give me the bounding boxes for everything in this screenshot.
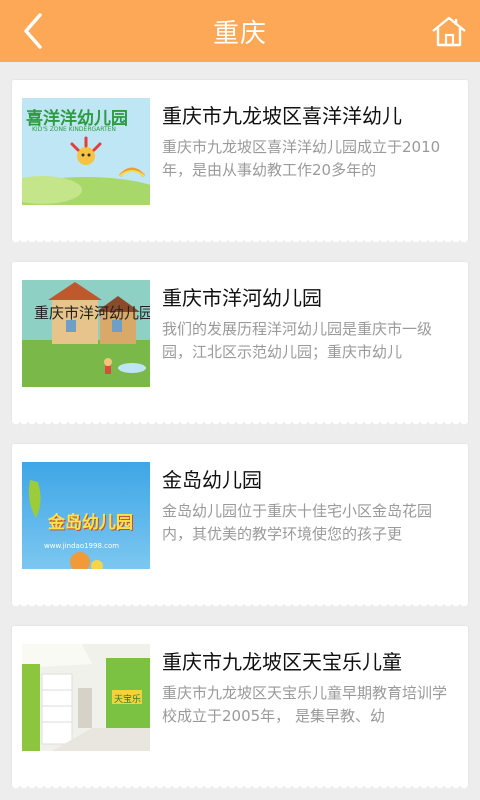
kindergarten-list: 喜洋洋幼儿园 KID'S ZONE KINDERGARTEN 重庆市九龙坡区喜洋… — [0, 62, 480, 800]
chevron-left-icon — [24, 13, 42, 49]
thumbnail-image: 重庆市洋河幼儿园 — [22, 280, 150, 387]
item-description: 我们的发展历程洋河幼儿园是重庆市一级园，江北区示范幼儿园；重庆市幼儿 — [162, 320, 433, 361]
home-button[interactable] — [426, 8, 472, 54]
item-description: 重庆市九龙坡区喜洋洋幼儿园成立于2010年，是由从事幼教工作20多年的 — [162, 138, 441, 179]
page-title: 重庆 — [212, 18, 267, 49]
item-title: 重庆市九龙坡区天宝乐儿童 — [162, 650, 402, 674]
thumbnail-image: 天宝乐 — [22, 644, 150, 751]
list-item[interactable]: 天宝乐 重庆市九龙坡区天宝乐儿童 重庆市九龙坡区天宝乐儿童早期教育培训学校成立于… — [12, 626, 468, 792]
item-description: 重庆市九龙坡区天宝乐儿童早期教育培训学校成立于2005年， 是集早教、幼 — [162, 684, 448, 725]
top-bar: 重庆 — [0, 0, 480, 62]
item-title: 重庆市洋河幼儿园 — [162, 286, 322, 310]
list-item[interactable]: 金岛幼儿园 www.jindao1998.com 金岛幼儿园 金岛幼儿园位于重庆… — [12, 444, 468, 610]
item-description: 金岛幼儿园位于重庆十佳宅小区金岛花园内，其优美的教学环境使您的孩子更 — [162, 502, 433, 543]
item-title: 金岛幼儿园 — [162, 468, 262, 492]
thumbnail-subcaption: KID'S ZONE KINDERGARTEN — [32, 126, 116, 133]
thumbnail-subcaption: www.jindao1998.com — [44, 542, 120, 550]
thumbnail-image: 喜洋洋幼儿园 KID'S ZONE KINDERGARTEN — [22, 98, 150, 205]
list-item[interactable]: 喜洋洋幼儿园 KID'S ZONE KINDERGARTEN 重庆市九龙坡区喜洋… — [12, 80, 468, 246]
thumbnail-caption: 重庆市洋河幼儿园 — [34, 304, 150, 322]
thumbnail-image: 金岛幼儿园 www.jindao1998.com — [22, 462, 150, 569]
back-button[interactable] — [10, 8, 56, 54]
thumbnail-caption: 金岛幼儿园 — [48, 513, 133, 533]
thumbnail-caption: 天宝乐 — [114, 695, 142, 705]
home-icon — [432, 16, 466, 47]
list-item[interactable]: 重庆市洋河幼儿园 重庆市洋河幼儿园 我们的发展历程洋河幼儿园是重庆市一级园，江北… — [12, 262, 468, 428]
item-title: 重庆市九龙坡区喜洋洋幼儿 — [162, 104, 402, 128]
